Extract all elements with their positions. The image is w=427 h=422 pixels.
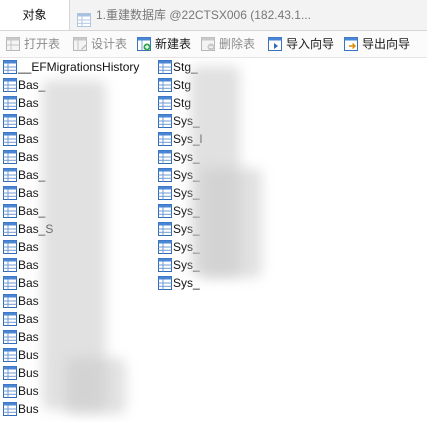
table-icon <box>158 276 172 295</box>
redaction-blur <box>200 168 262 278</box>
table-name: Bas <box>18 114 39 128</box>
table-name: Bas <box>18 276 39 290</box>
table-item[interactable]: Sys_ <box>155 112 355 130</box>
table-name: Bas <box>18 132 39 146</box>
table-name: Stg <box>173 78 192 92</box>
tab-strip: 对象 1.重建数据库 @22CTSX006 (182.43.1... <box>0 0 427 31</box>
table-name: Bas <box>18 258 39 272</box>
table-name: Bus <box>18 348 39 362</box>
table-item[interactable]: Sys_ <box>155 148 355 166</box>
tab-database-label: 1.重建数据库 @22CTSX006 (182.43.1... <box>96 8 311 22</box>
open-table-label: 打开表 <box>24 37 61 51</box>
redaction-blur <box>66 358 126 414</box>
table-name: Bus <box>18 366 39 380</box>
table-item[interactable]: Stg <box>155 94 355 112</box>
table-name: __EFMigrationsHistory <box>18 60 140 74</box>
table-item[interactable]: Stg_ <box>155 58 355 76</box>
export-wizard-icon <box>344 37 358 56</box>
design-table-icon <box>73 37 87 56</box>
table-name: Bas <box>18 312 39 326</box>
table-name: Bas <box>18 186 39 200</box>
delete-table-icon <box>201 37 215 56</box>
import-wizard-label: 导入向导 <box>286 37 335 51</box>
open-table-icon <box>6 37 20 56</box>
delete-table-label: 删除表 <box>219 37 256 51</box>
toolbar: 打开表 设计表 新建表 删除表 导入向导 导出向导 <box>0 31 427 58</box>
table-list: __EFMigrationsHistory Bas_ Bas Bas Bas Bas Bas… <box>0 58 427 422</box>
table-icon <box>3 402 17 421</box>
tab-database[interactable]: 1.重建数据库 @22CTSX006 (182.43.1... <box>71 0 427 30</box>
table-item[interactable]: Stg <box>155 76 355 94</box>
table-name: Bus <box>18 384 39 398</box>
import-wizard-icon <box>268 37 282 56</box>
table-name: Sys_ <box>173 276 200 290</box>
table-name: Bas <box>18 150 39 164</box>
new-table-label: 新建表 <box>155 37 192 51</box>
table-name: Bas <box>18 240 39 254</box>
design-table-label: 设计表 <box>91 37 128 51</box>
table-icon <box>77 8 91 30</box>
table-item[interactable]: __EFMigrationsHistory <box>0 58 155 76</box>
export-wizard-label: 导出向导 <box>362 37 411 51</box>
table-item[interactable]: Sys_l <box>155 130 355 148</box>
table-name: Bas <box>18 294 39 308</box>
tab-objects[interactable]: 对象 <box>0 0 70 30</box>
new-table-icon <box>137 37 151 56</box>
table-name: Bas <box>18 330 39 344</box>
table-name: Bas <box>18 96 39 110</box>
table-name: Bus <box>18 402 39 416</box>
table-name: Stg <box>173 96 192 110</box>
